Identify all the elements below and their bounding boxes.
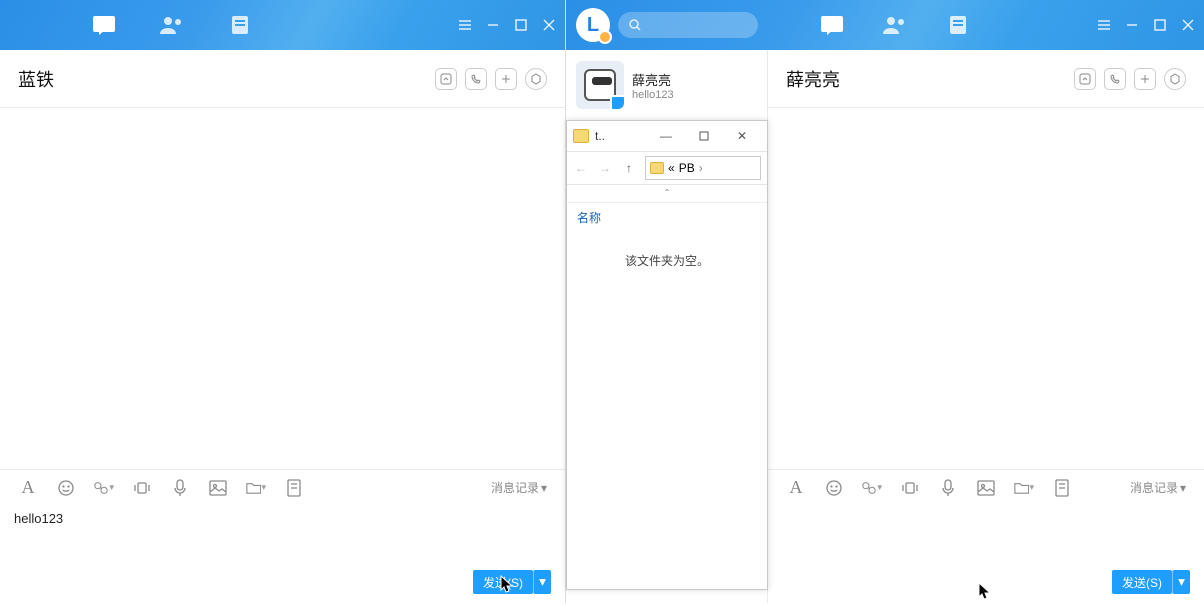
send-options-dropdown[interactable]: ▾ — [1172, 570, 1190, 594]
font-icon[interactable]: A — [786, 478, 806, 498]
nav-back-icon[interactable]: ← — [573, 161, 589, 175]
message-history-link[interactable]: 消息记录▾ — [491, 479, 547, 496]
folder-icon[interactable]: ▾ — [1014, 478, 1034, 498]
folder-icon — [573, 129, 589, 143]
column-header-name[interactable]: 名称 — [577, 211, 601, 225]
nav-messages-icon[interactable] — [90, 13, 118, 37]
explorer-maximize-icon[interactable] — [685, 122, 723, 150]
add-icon[interactable] — [495, 68, 517, 90]
nav-up-icon[interactable]: ↑ — [621, 161, 637, 175]
chat-window-right: L — [566, 0, 1204, 603]
more-apps-icon[interactable] — [284, 478, 304, 498]
shake-icon[interactable] — [900, 478, 920, 498]
nav-contacts-icon[interactable] — [158, 13, 186, 37]
screen-share-icon[interactable] — [1074, 68, 1096, 90]
nav-apps-icon[interactable] — [944, 13, 972, 37]
titlebar-left — [0, 0, 565, 50]
voice-icon[interactable] — [938, 478, 958, 498]
message-history-link[interactable]: 消息记录▾ — [1130, 479, 1186, 496]
explorer-close-icon[interactable]: ✕ — [723, 122, 761, 150]
send-button[interactable]: 发送(S) — [1112, 570, 1172, 594]
send-button[interactable]: 发送(S) — [473, 570, 533, 594]
message-area[interactable] — [768, 108, 1204, 469]
editor-toolbar: A ▾ ▾ 消息记录▾ — [768, 469, 1204, 505]
contact-avatar — [576, 61, 624, 109]
image-icon[interactable] — [976, 478, 996, 498]
status-indicator — [598, 30, 612, 44]
chat-title: 薛亮亮 — [786, 66, 840, 92]
nav-forward-icon[interactable]: → — [597, 161, 613, 175]
screen-share-icon[interactable] — [435, 68, 457, 90]
close-icon[interactable] — [541, 17, 557, 33]
minimize-icon[interactable] — [1124, 17, 1140, 33]
explorer-titlebar[interactable]: t.. — ✕ — [567, 121, 767, 151]
folder-icon[interactable]: ▾ — [246, 478, 266, 498]
maximize-icon[interactable] — [1152, 17, 1168, 33]
nav-contacts-icon[interactable] — [881, 13, 909, 37]
voice-call-icon[interactable] — [465, 68, 487, 90]
settings-icon[interactable] — [525, 68, 547, 90]
contact-id: hello123 — [632, 89, 674, 101]
add-icon[interactable] — [1134, 68, 1156, 90]
search-icon — [628, 18, 642, 32]
message-input[interactable] — [768, 505, 1204, 567]
search-input[interactable] — [618, 12, 758, 38]
screenshot-icon[interactable]: ▾ — [94, 478, 114, 498]
explorer-navbar: ← → ↑ « PB › — [567, 151, 767, 185]
chat-window-left: 蓝铁 A ▾ ▾ 消息记录▾ — [0, 0, 566, 603]
minimize-icon[interactable] — [485, 17, 501, 33]
chat-header: 蓝铁 — [0, 50, 565, 108]
screenshot-icon[interactable]: ▾ — [862, 478, 882, 498]
voice-icon[interactable] — [170, 478, 190, 498]
explorer-minimize-icon[interactable]: — — [647, 122, 685, 150]
settings-icon[interactable] — [1164, 68, 1186, 90]
maximize-icon[interactable] — [513, 17, 529, 33]
file-explorer-window: t.. — ✕ ← → ↑ « PB › ˆ 名称 — [566, 120, 768, 590]
emoji-icon[interactable] — [56, 478, 76, 498]
nav-messages-icon[interactable] — [818, 13, 846, 37]
voice-call-icon[interactable] — [1104, 68, 1126, 90]
relation-badge-icon — [610, 95, 624, 109]
chat-header: 薛亮亮 — [768, 50, 1204, 108]
close-icon[interactable] — [1180, 17, 1196, 33]
explorer-title: t.. — [595, 129, 641, 143]
contact-name: 薛亮亮 — [632, 70, 674, 89]
more-apps-icon[interactable] — [1052, 478, 1072, 498]
menu-icon[interactable] — [1096, 17, 1112, 33]
folder-icon — [650, 162, 664, 174]
shake-icon[interactable] — [132, 478, 152, 498]
send-options-dropdown[interactable]: ▾ — [533, 570, 551, 594]
column-scroll-icon[interactable]: ˆ — [567, 185, 767, 203]
contact-list-item[interactable]: 薛亮亮 hello123 — [566, 50, 766, 120]
empty-folder-message: 该文件夹为空。 — [567, 232, 767, 289]
message-area[interactable] — [0, 108, 565, 469]
editor-toolbar: A ▾ ▾ 消息记录▾ — [0, 469, 565, 505]
message-input[interactable]: hello123 — [0, 505, 565, 567]
address-bar[interactable]: « PB › — [645, 156, 761, 180]
font-icon[interactable]: A — [18, 478, 38, 498]
image-icon[interactable] — [208, 478, 228, 498]
emoji-icon[interactable] — [824, 478, 844, 498]
titlebar-right: L — [566, 0, 1204, 50]
nav-apps-icon[interactable] — [226, 13, 254, 37]
menu-icon[interactable] — [457, 17, 473, 33]
self-avatar[interactable]: L — [576, 8, 610, 42]
chat-title: 蓝铁 — [18, 66, 54, 92]
